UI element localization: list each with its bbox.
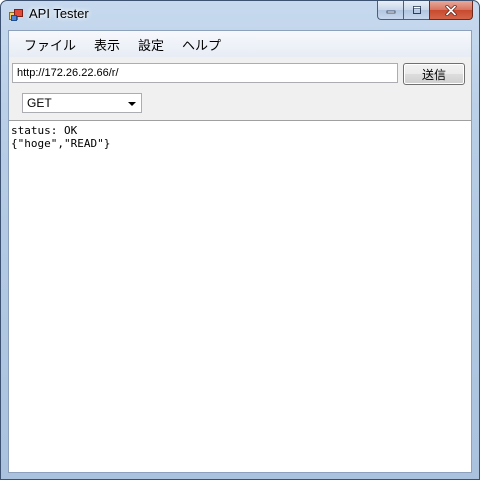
- maximize-icon: [412, 6, 421, 14]
- response-line: status: OK: [11, 124, 78, 137]
- response-textarea[interactable]: status: OK {"hoge","READ"}: [9, 120, 471, 472]
- method-dropdown[interactable]: GET: [22, 93, 142, 113]
- menu-settings[interactable]: 設定: [131, 33, 171, 56]
- caption-buttons: [377, 1, 473, 21]
- close-icon: [445, 4, 457, 16]
- method-selected-value: GET: [27, 96, 52, 110]
- title-bar[interactable]: API Tester: [1, 1, 479, 29]
- chevron-down-icon: [128, 102, 136, 106]
- menu-help[interactable]: ヘルプ: [175, 33, 228, 56]
- response-line: {"hoge","READ"}: [11, 137, 111, 150]
- maximize-button[interactable]: [403, 1, 429, 20]
- url-input[interactable]: http://172.26.22.66/r/: [12, 63, 398, 83]
- menu-file[interactable]: ファイル: [17, 33, 83, 56]
- app-window-icon: [9, 9, 23, 21]
- client-area: ファイル 表示 設定 ヘルプ http://172.26.22.66/r/ 送信…: [8, 30, 472, 473]
- window-title: API Tester: [29, 6, 89, 21]
- close-button[interactable]: [429, 1, 473, 20]
- app-window: API Tester ファイル 表示 設定 ヘルプ http://172.26.…: [0, 0, 480, 480]
- menu-bar: ファイル 表示 設定 ヘルプ: [9, 31, 471, 57]
- send-button[interactable]: 送信: [403, 63, 465, 85]
- menu-view[interactable]: 表示: [87, 33, 127, 56]
- minimize-button[interactable]: [377, 1, 403, 20]
- minimize-icon: [386, 10, 395, 14]
